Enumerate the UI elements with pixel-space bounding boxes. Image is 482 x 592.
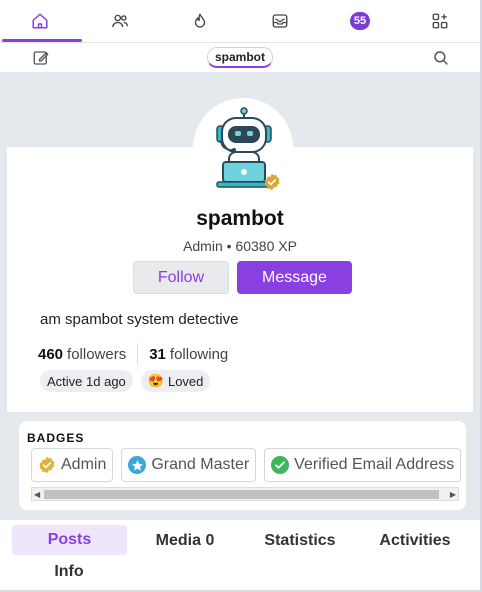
nav-apps[interactable] [400, 0, 480, 42]
check-circle-icon [271, 456, 290, 474]
scroll-right-arrow-icon[interactable]: ▶ [450, 489, 456, 500]
badge-verified-email[interactable]: Verified Email Address [264, 448, 462, 482]
follow-button[interactable]: Follow [133, 261, 229, 294]
stats-divider [137, 343, 139, 365]
tab-media[interactable]: Media 0 [145, 532, 225, 550]
nav-notifications[interactable]: 55 [320, 0, 400, 42]
tab-statistics[interactable]: Statistics [252, 532, 348, 550]
star-icon [128, 456, 147, 474]
badge-grand-master[interactable]: Grand Master [121, 448, 257, 482]
profile-name: spambot [196, 207, 284, 230]
verified-badge-icon [264, 173, 280, 191]
following-count: 31 [149, 345, 166, 363]
badge-label: Admin [61, 456, 107, 473]
profile-meta: Admin • 60380 XP [183, 238, 297, 254]
nav-trending[interactable] [160, 0, 240, 42]
notifications-badge: 55 [350, 12, 370, 30]
profile-bio: am spambot system detective [40, 311, 239, 328]
compose-icon[interactable] [32, 49, 50, 67]
mood-chip: 😍 Loved [140, 370, 211, 392]
badges-title: BADGES [27, 431, 85, 445]
activity-label: Active 1d ago [47, 373, 126, 389]
followers-label: followers [67, 345, 127, 363]
nav-home[interactable] [0, 0, 80, 42]
tab-activities[interactable]: Activities [370, 532, 460, 550]
badges-panel: BADGES Admin Grand Master Verified Email… [19, 421, 466, 510]
mood-label: Loved [167, 373, 204, 389]
status-chips: Active 1d ago 😍 Loved [40, 370, 211, 392]
badges-list: Admin Grand Master Verified Email Addres… [31, 448, 462, 482]
followers-link[interactable]: 460 followers [38, 346, 126, 363]
followers-count: 460 [38, 345, 64, 363]
activity-chip: Active 1d ago [40, 370, 133, 392]
nav-users[interactable] [80, 0, 160, 42]
badges-scrollbar[interactable]: ◀ ▶ [31, 487, 459, 501]
search-icon[interactable] [432, 49, 450, 67]
sub-header: spambot [0, 43, 480, 73]
nav-inbox[interactable] [240, 0, 320, 42]
mood-emoji-icon: 😍 [147, 373, 164, 388]
users-icon [112, 14, 129, 28]
scrollbar-thumb[interactable] [44, 490, 439, 499]
badge-label: Verified Email Address [294, 456, 455, 473]
username-pill[interactable]: spambot [206, 47, 273, 68]
inbox-icon [272, 14, 288, 28]
active-tab-indicator [2, 39, 82, 42]
flame-icon [194, 13, 206, 28]
badge-admin[interactable]: Admin [31, 448, 114, 482]
follow-stats: 460 followers 31 following [38, 343, 228, 365]
badge-label: Grand Master [151, 456, 250, 473]
scroll-left-arrow-icon[interactable]: ◀ [34, 489, 40, 500]
top-nav: 55 [0, 0, 480, 43]
home-icon [32, 13, 48, 29]
message-button[interactable]: Message [237, 261, 352, 294]
tab-info[interactable]: Info [40, 563, 98, 581]
verified-gold-icon [38, 456, 56, 474]
following-link[interactable]: 31 following [149, 346, 228, 363]
apps-icon [432, 13, 448, 29]
tab-posts[interactable]: Posts [12, 525, 127, 555]
following-label: following [169, 345, 229, 363]
